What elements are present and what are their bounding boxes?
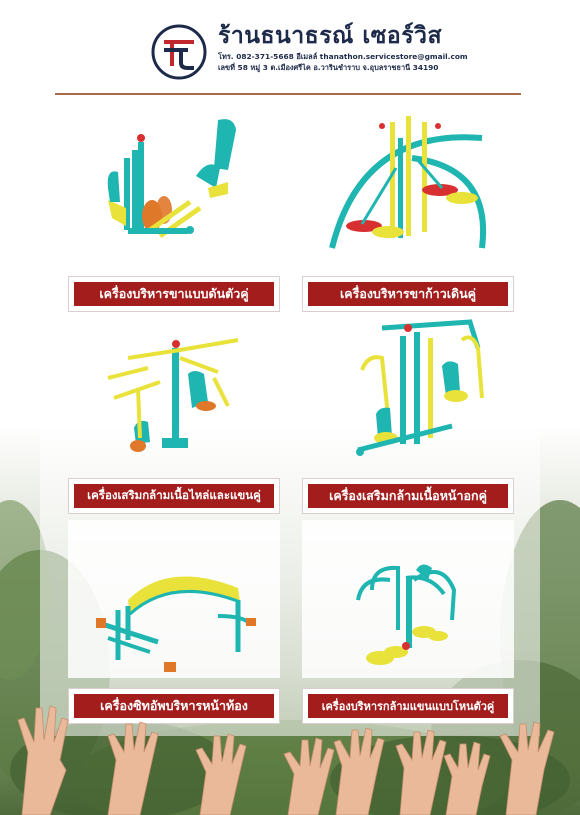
- product-label: เครื่องบริหารขาก้าวเดินคู่: [308, 282, 508, 306]
- product-label: เครื่องบริหารขาแบบดันตัวคู่: [74, 282, 274, 306]
- raised-hands-image: [17, 705, 555, 815]
- product-label-box: เครื่องเสริมกล้ามเนื้อหน้าอกคู่: [302, 478, 514, 514]
- shoulder-arm-press-equipment: [68, 318, 280, 468]
- header-divider: [55, 93, 521, 95]
- product-label: เครื่องเสริมกล้ามเนื้อไหล่และแขนคู่: [74, 484, 274, 508]
- header: ร้านธนาธรณ์ เซอร์วิส โทร. 082-371-5668 อ…: [0, 0, 580, 95]
- product-label: เครื่องเสริมกล้ามเนื้อหน้าอกคู่: [308, 484, 508, 508]
- product-label-box: เครื่องบริหารขาก้าวเดินคู่: [302, 276, 514, 312]
- contact-address: เลขที่ 58 หมู่ 3 ต.เมืองศรีไค อ.วารินชำร…: [218, 63, 439, 72]
- arm-swing-equipment: [302, 520, 514, 678]
- double-leg-press-equipment: [68, 98, 280, 258]
- shop-name: ร้านธนาธรณ์ เซอร์วิส: [218, 22, 442, 49]
- double-air-walker-equipment: [302, 98, 514, 258]
- tt-monogram-logo: [151, 24, 207, 80]
- product-label-box: เครื่องบริหารขาแบบดันตัวคู่: [68, 276, 280, 312]
- chest-press-equipment: [302, 318, 514, 468]
- sit-up-bench-equipment: [68, 520, 280, 678]
- product-label-box: เครื่องเสริมกล้ามเนื้อไหล่และแขนคู่: [68, 478, 280, 514]
